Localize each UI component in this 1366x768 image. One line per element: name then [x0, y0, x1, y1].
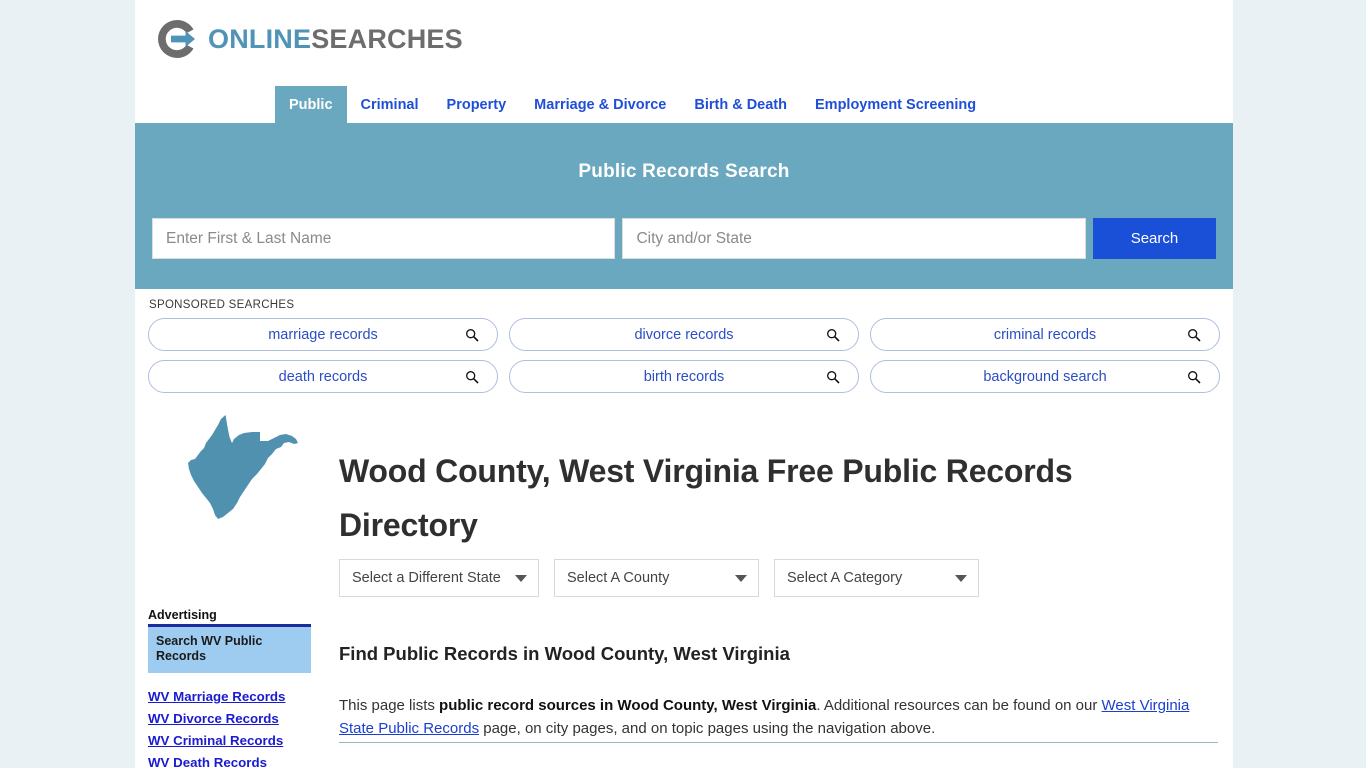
select-county-label: Select A County — [567, 570, 670, 586]
content-container: ONLINESEARCHES Public Criminal Property … — [135, 0, 1233, 768]
page-title: Wood County, West Virginia Free Public R… — [339, 453, 1073, 544]
magnifier-icon — [466, 370, 479, 384]
main-navigation: Public Criminal Property Marriage & Divo… — [135, 86, 1233, 126]
magnifier-icon — [827, 370, 840, 384]
select-category-label: Select A Category — [787, 570, 903, 586]
nav-item-property[interactable]: Property — [433, 86, 521, 123]
sidebar-link-wv-criminal-records[interactable]: WV Criminal Records — [148, 731, 311, 750]
magnifier-icon — [1188, 328, 1201, 342]
ad-box-search-wv-public-records[interactable]: Search WV Public Records — [148, 624, 311, 673]
paragraph-part-3: page, on city pages, and on topic pages … — [479, 719, 936, 737]
sponsored-chip-death-records[interactable]: death records — [148, 360, 498, 393]
public-records-search-panel: Public Records Search Search — [135, 126, 1233, 289]
nav-item-marriage-divorce[interactable]: Marriage & Divorce — [520, 86, 680, 123]
logo-wordmark: ONLINESEARCHES — [208, 23, 463, 54]
sponsored-chip-divorce-records[interactable]: divorce records — [509, 318, 859, 351]
sponsored-chip-marriage-records[interactable]: marriage records — [148, 318, 498, 351]
chevron-down-icon — [955, 574, 967, 582]
section-divider — [339, 742, 1218, 743]
magnifier-icon — [466, 328, 479, 342]
nav-item-criminal[interactable]: Criminal — [347, 86, 433, 123]
chip-label: background search — [983, 368, 1107, 385]
nav-item-birth-death[interactable]: Birth & Death — [680, 86, 801, 123]
intro-paragraph: This page lists public record sources in… — [339, 695, 1190, 740]
select-state-label: Select a Different State — [352, 570, 501, 586]
sponsored-searches-list: marriage records divorce records crimina… — [148, 318, 1220, 393]
sidebar-link-wv-death-records[interactable]: WV Death Records — [148, 753, 311, 768]
select-state-dropdown[interactable]: Select a Different State — [339, 559, 539, 597]
sidebar-link-wv-marriage-records[interactable]: WV Marriage Records — [148, 687, 311, 706]
select-category-dropdown[interactable]: Select A Category — [774, 559, 979, 597]
search-panel-title: Public Records Search — [578, 161, 790, 182]
west-virginia-state-map-icon — [188, 415, 298, 519]
search-form: Search — [152, 218, 1216, 259]
name-search-input[interactable] — [152, 218, 616, 259]
sponsored-chip-birth-records[interactable]: birth records — [509, 360, 859, 393]
paragraph-part-1: This page lists — [339, 697, 440, 714]
chevron-down-icon — [515, 574, 527, 582]
select-county-dropdown[interactable]: Select A County — [554, 559, 759, 597]
chip-label: marriage records — [268, 326, 378, 343]
chip-label: birth records — [643, 368, 725, 385]
section-heading: Find Public Records in Wood County, West… — [339, 643, 790, 665]
sponsored-searches-label: SPONSORED SEARCHES — [149, 299, 295, 311]
sponsored-chip-criminal-records[interactable]: criminal records — [870, 318, 1220, 351]
location-search-input[interactable] — [622, 218, 1086, 259]
advertising-heading: Advertising — [148, 608, 217, 622]
page-root: ONLINESEARCHES Public Criminal Property … — [0, 0, 1366, 768]
chip-label: death records — [278, 368, 368, 385]
circular-arrow-icon — [158, 19, 195, 59]
logo-word-online: ONLINE — [208, 23, 312, 54]
chip-label: divorce records — [634, 326, 734, 343]
nav-item-public[interactable]: Public — [275, 86, 347, 123]
chip-label: criminal records — [993, 326, 1097, 343]
logo-word-searches: SEARCHES — [311, 23, 463, 54]
nav-item-employment-screening[interactable]: Employment Screening — [801, 86, 990, 123]
sidebar-link-wv-divorce-records[interactable]: WV Divorce Records — [148, 709, 311, 728]
sponsored-chip-background-search[interactable]: background search — [870, 360, 1220, 393]
sidebar: Advertising Search WV Public Records WV … — [148, 608, 311, 768]
chevron-down-icon — [735, 574, 747, 582]
filter-selects: Select a Different State Select A County… — [339, 559, 979, 597]
sidebar-links: WV Marriage Records WV Divorce Records W… — [148, 687, 311, 768]
paragraph-bold-1: public record sources in Wood County, We… — [439, 697, 817, 714]
search-submit-button[interactable]: Search — [1092, 218, 1216, 259]
site-logo[interactable]: ONLINESEARCHES — [155, 17, 463, 61]
paragraph-part-2: . Additional resources can be found on o… — [816, 697, 1102, 714]
magnifier-icon — [1188, 370, 1201, 384]
magnifier-icon — [827, 328, 840, 342]
